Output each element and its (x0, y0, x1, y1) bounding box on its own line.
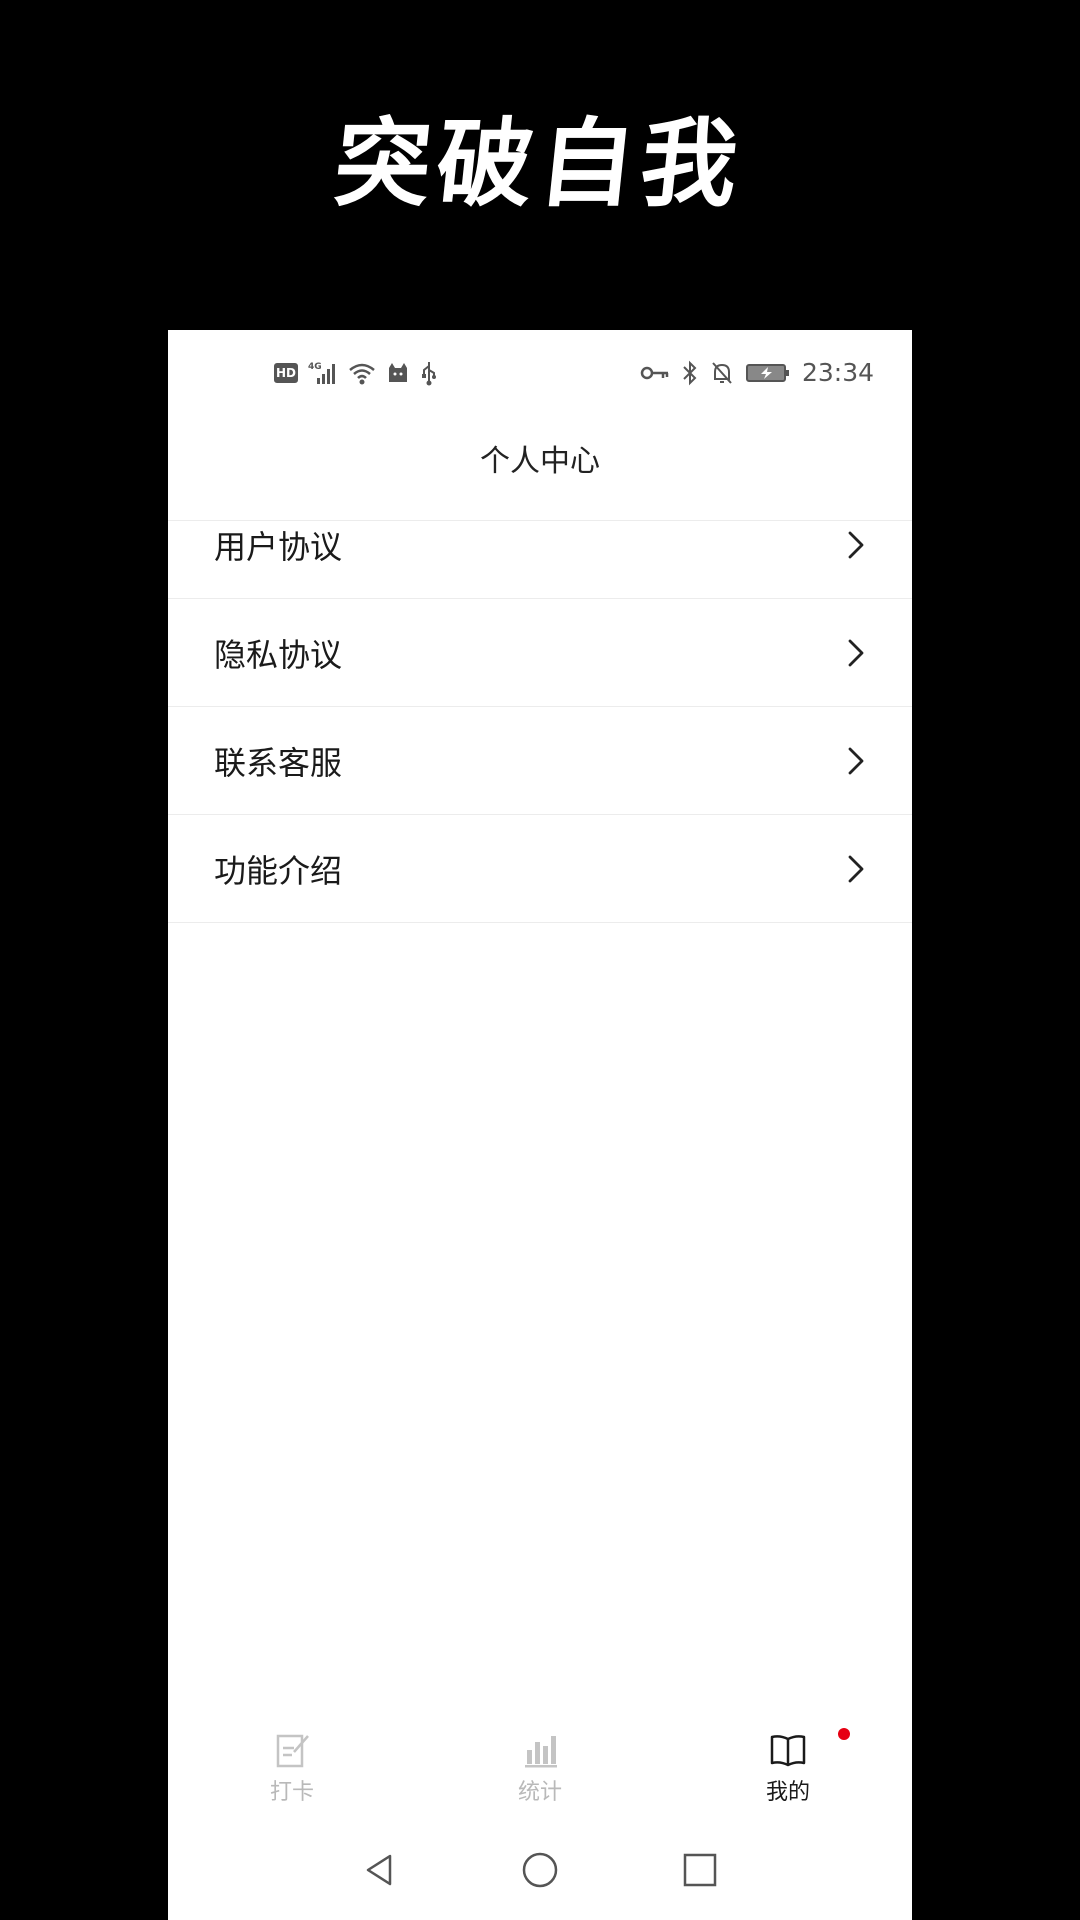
back-icon[interactable] (360, 1850, 400, 1890)
bell-off-icon (712, 361, 732, 384)
book-icon (770, 1735, 806, 1767)
menu-item-customer-service[interactable]: 联系客服 (168, 707, 912, 815)
status-time: 23:34 (801, 358, 874, 387)
tab-label: 我的 (765, 1780, 810, 1805)
notification-dot (838, 1728, 850, 1740)
tab-checkin[interactable]: 打卡 (168, 1710, 416, 1820)
stats-icon (525, 1736, 557, 1768)
settings-menu: 用户协议 隐私协议 联系客服 功能介绍 (168, 491, 912, 923)
menu-item-user-agreement[interactable]: 用户协议 (168, 491, 912, 599)
bluetooth-icon (683, 360, 697, 385)
tab-label: 统计 (517, 1780, 562, 1805)
tab-mine[interactable]: 我的 (664, 1710, 912, 1820)
banner-title: 突破自我 (329, 106, 750, 220)
signal-4g-icon: 4G (308, 362, 335, 384)
menu-item-label: 用户协议 (214, 527, 343, 566)
menu-item-privacy-policy[interactable]: 隐私协议 (168, 599, 912, 707)
promo-banner: 突破自我 (0, 0, 1080, 330)
chevron-right-icon (848, 531, 864, 558)
chevron-right-icon (848, 639, 864, 666)
cat-icon (389, 363, 407, 382)
menu-item-label: 功能介绍 (214, 851, 343, 890)
status-right: 23:34 (640, 358, 874, 387)
phone-screen: HD 4G 23:34 个人中心 用户协议 隐私协议 联系客服 功能介绍 打卡 … (168, 330, 912, 1920)
page: 突破自我 HD 4G 23:34 个人中心 用户协议 隐私协议 联系客服 功能介… (0, 0, 1080, 1920)
tab-label: 打卡 (269, 1780, 314, 1805)
usb-icon (422, 362, 436, 386)
hd-icon: HD (274, 363, 298, 383)
system-nav-bar (168, 1820, 912, 1920)
home-icon[interactable] (520, 1850, 560, 1890)
recents-icon[interactable] (680, 1850, 720, 1890)
status-bar: HD 4G 23:34 (168, 330, 912, 416)
menu-item-label: 隐私协议 (214, 635, 343, 674)
status-left: HD 4G (274, 360, 438, 386)
wifi-icon (349, 363, 375, 385)
tab-stats[interactable]: 统计 (416, 1710, 664, 1820)
chevron-right-icon (848, 747, 864, 774)
menu-item-label: 联系客服 (214, 743, 343, 782)
chevron-right-icon (848, 855, 864, 882)
vpn-key-icon (640, 366, 669, 379)
bottom-tab-bar: 打卡 统计 我的 (168, 1710, 912, 1820)
menu-item-feature-intro[interactable]: 功能介绍 (168, 815, 912, 923)
battery-charging-icon (745, 363, 789, 382)
checkin-icon (276, 1734, 309, 1768)
page-title: 个人中心 (480, 444, 600, 479)
svg-text:4G: 4G (308, 362, 322, 372)
